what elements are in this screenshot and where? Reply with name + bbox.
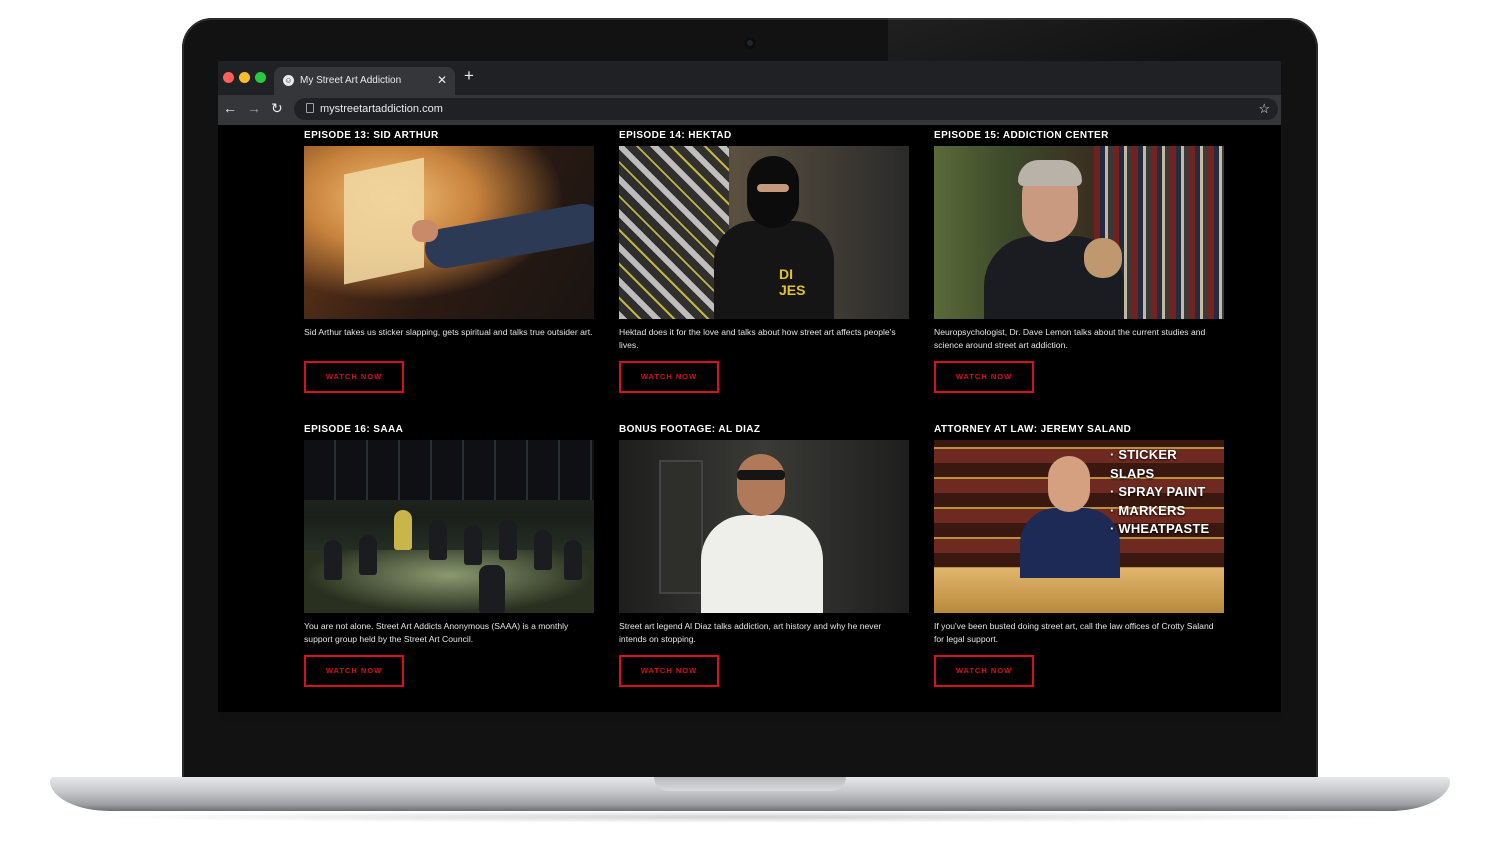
windows	[304, 440, 594, 500]
video-card-episode-16: EPISODE 16: SAAA You are not alone. Stre…	[304, 424, 594, 687]
minimize-window-button[interactable]	[239, 72, 250, 83]
tab-close-icon[interactable]: ✕	[437, 73, 447, 87]
video-title: EPISODE 16: SAAA	[304, 424, 404, 435]
forward-arrow-icon[interactable]: →	[247, 100, 261, 116]
episode-grid-page: EPISODE 13: SID ARTHUR Sid Arthur takes …	[218, 125, 1281, 722]
laptop-lid: ☺ My Street Art Addiction ✕ + ← → ↻ myst…	[182, 18, 1318, 782]
sticker-wall	[344, 157, 424, 285]
attendee	[464, 525, 482, 565]
overlay-item: WHEATPASTE	[1110, 520, 1224, 539]
attorney-face	[1048, 456, 1090, 512]
close-window-button[interactable]	[223, 72, 234, 83]
video-description: Sid Arthur takes us sticker slapping, ge…	[304, 327, 593, 337]
video-card-episode-13: EPISODE 13: SID ARTHUR Sid Arthur takes …	[304, 130, 594, 393]
laptop-shadow	[90, 811, 1410, 823]
laptop-opening-notch	[654, 777, 846, 791]
new-tab-button[interactable]: +	[464, 66, 474, 86]
reload-icon[interactable]: ↻	[271, 100, 283, 117]
graffiti-wall	[619, 146, 729, 319]
attendee	[499, 520, 517, 560]
thumbnail-overlay-list: STICKER SLAPS SPRAY PAINT MARKERS WHEATP…	[1110, 446, 1224, 539]
attendee	[429, 520, 447, 560]
webcam-icon	[744, 37, 756, 49]
video-title: EPISODE 13: SID ARTHUR	[304, 130, 439, 141]
video-description: If you've been busted doing street art, …	[934, 621, 1214, 644]
address-bar-url[interactable]: mystreetartaddiction.com	[320, 103, 443, 115]
watch-now-button[interactable]: WATCH NOW	[619, 361, 719, 393]
video-description: Neuropsychologist, Dr. Dave Lemon talks …	[934, 327, 1206, 350]
attendee	[324, 540, 342, 580]
attendee	[394, 510, 412, 550]
maximize-window-button[interactable]	[255, 72, 266, 83]
browser-tab-active[interactable]: ☺ My Street Art Addiction ✕	[274, 67, 455, 95]
ski-mask	[747, 156, 799, 228]
video-thumbnail[interactable]	[619, 440, 909, 613]
watch-now-button[interactable]: WATCH NOW	[619, 655, 719, 687]
al-diaz-face	[737, 454, 785, 516]
doorway	[659, 460, 703, 594]
page-bottom-bar	[218, 712, 1281, 722]
video-title: BONUS FOOTAGE: AL DIAZ	[619, 424, 761, 435]
attendee	[479, 565, 505, 613]
attendee	[564, 540, 582, 580]
overlay-item: SPRAY PAINT	[1110, 483, 1224, 502]
watch-now-button[interactable]: WATCH NOW	[304, 655, 404, 687]
shirt-print: DI JES	[779, 266, 806, 298]
doctor-hair	[1018, 160, 1082, 186]
tab-title: My Street Art Addiction	[300, 75, 402, 86]
brain-model	[1084, 238, 1122, 278]
attendee	[359, 535, 377, 575]
video-description: You are not alone. Street Art Addicts An…	[304, 621, 569, 644]
arm-figure	[421, 200, 594, 272]
video-title: EPISODE 14: HEKTAD	[619, 130, 732, 141]
video-thumbnail[interactable]	[304, 146, 594, 319]
video-description: Street art legend Al Diaz talks addictio…	[619, 621, 882, 644]
overlay-item: STICKER SLAPS	[1110, 446, 1224, 483]
video-title: EPISODE 15: ADDICTION CENTER	[934, 130, 1109, 141]
hand-figure	[412, 220, 438, 242]
sunglasses	[737, 470, 785, 480]
attorney-suit	[1020, 508, 1120, 578]
browser-toolbar: ← → ↻ mystreetartaddiction.com ☆	[218, 95, 1281, 125]
back-arrow-icon[interactable]: ←	[223, 100, 237, 116]
video-description: Hektad does it for the love and talks ab…	[619, 327, 896, 350]
watch-now-button[interactable]: WATCH NOW	[934, 655, 1034, 687]
video-thumbnail[interactable]: STICKER SLAPS SPRAY PAINT MARKERS WHEATP…	[934, 440, 1224, 613]
address-bar[interactable]: mystreetartaddiction.com ☆	[294, 98, 1278, 120]
video-title: ATTORNEY AT LAW: JEREMY SALAND	[934, 424, 1132, 435]
attendee	[534, 530, 552, 570]
video-card-episode-15: EPISODE 15: ADDICTION CENTER Neuropsycho…	[934, 130, 1224, 393]
mask-eyes	[757, 184, 789, 192]
bookmark-star-icon[interactable]: ☆	[1258, 101, 1270, 117]
video-card-bonus-footage: BONUS FOOTAGE: AL DIAZ Street art legend…	[619, 424, 909, 687]
watch-now-button[interactable]: WATCH NOW	[304, 361, 404, 393]
browser-tab-strip: ☺ My Street Art Addiction ✕ +	[218, 61, 1281, 95]
video-card-episode-14: EPISODE 14: HEKTAD DI JES Hektad does it…	[619, 130, 909, 393]
video-thumbnail[interactable]: DI JES	[619, 146, 909, 319]
laptop-base	[50, 777, 1450, 811]
watch-now-button[interactable]: WATCH NOW	[934, 361, 1034, 393]
video-thumbnail[interactable]	[304, 440, 594, 613]
video-card-attorney: ATTORNEY AT LAW: JEREMY SALAND STICKER S…	[934, 424, 1224, 687]
laptop-screen: ☺ My Street Art Addiction ✕ + ← → ↻ myst…	[218, 61, 1281, 722]
lock-icon	[306, 103, 314, 113]
site-favicon-icon: ☺	[283, 75, 294, 86]
overlay-item: MARKERS	[1110, 502, 1224, 521]
white-shirt	[701, 515, 823, 613]
video-thumbnail[interactable]	[934, 146, 1224, 319]
